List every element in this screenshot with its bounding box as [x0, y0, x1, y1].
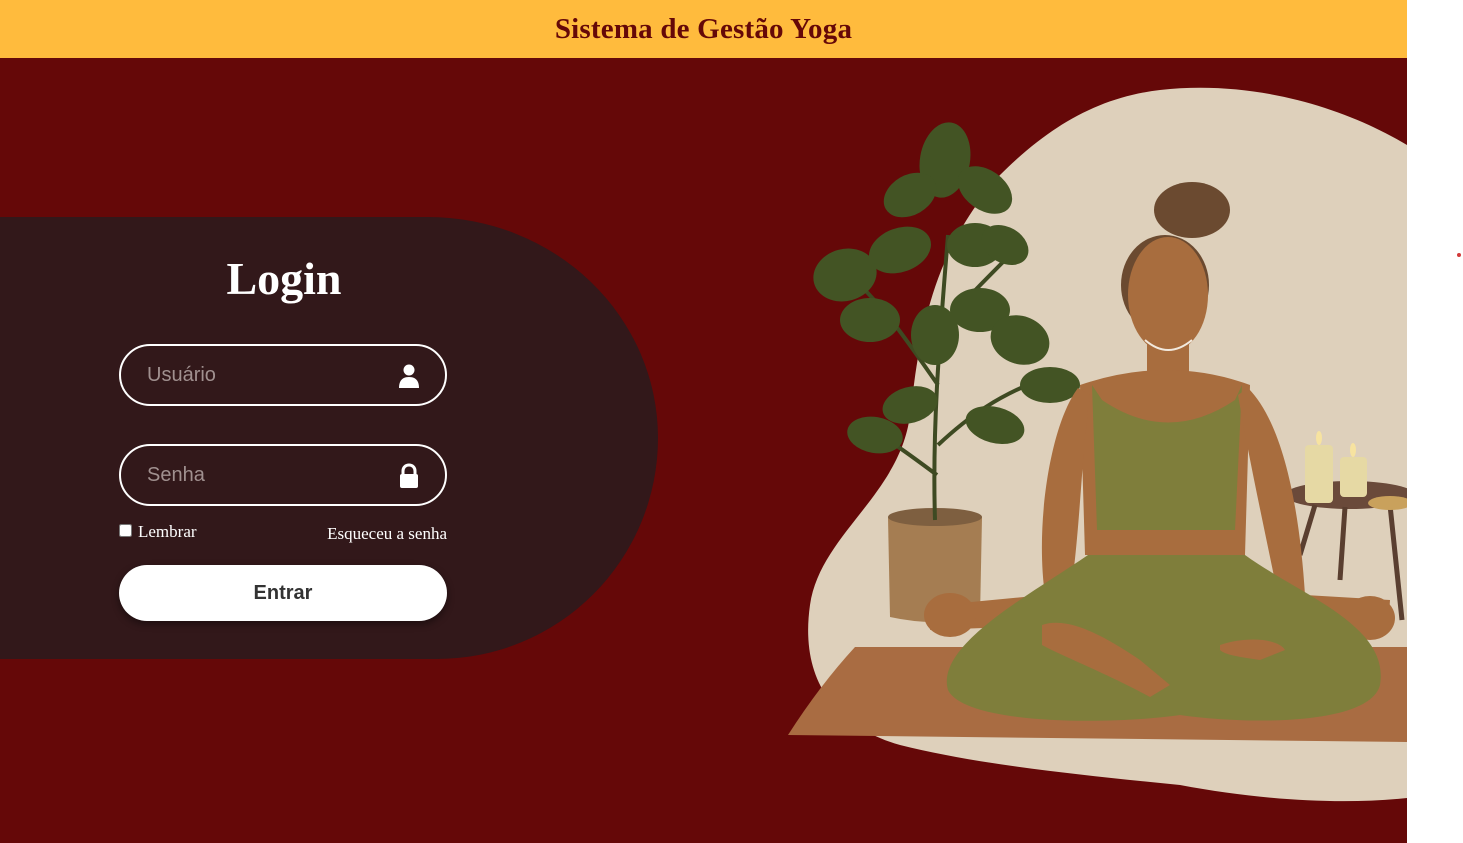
candle-flame-1	[1316, 431, 1322, 445]
stray-dot	[1457, 253, 1461, 257]
header-bar: Sistema de Gestão Yoga	[0, 0, 1407, 58]
login-options: Lembrar Esqueceu a senha	[119, 522, 447, 548]
page-background: Sistema de Gestão Yoga Login Lembrar Esq…	[0, 0, 1407, 843]
login-title: Login	[226, 253, 342, 304]
user-icon	[399, 364, 419, 388]
remember-label: Lembrar	[138, 522, 197, 541]
login-button[interactable]: Entrar	[119, 565, 447, 621]
password-field[interactable]	[119, 444, 447, 506]
candle-tall	[1305, 445, 1333, 503]
left-hand	[924, 593, 976, 637]
candle-short	[1340, 457, 1367, 497]
hair-bun	[1154, 182, 1230, 238]
yoga-illustration	[788, 87, 1407, 802]
username-field[interactable]	[119, 344, 447, 406]
lock-icon	[400, 463, 418, 488]
remember-option[interactable]: Lembrar	[119, 522, 197, 542]
app-title: Sistema de Gestão Yoga	[554, 12, 853, 45]
forgot-password-link[interactable]: Esqueceu a senha	[327, 524, 447, 544]
candle-flame-2	[1350, 443, 1356, 457]
remember-checkbox[interactable]	[119, 523, 132, 537]
